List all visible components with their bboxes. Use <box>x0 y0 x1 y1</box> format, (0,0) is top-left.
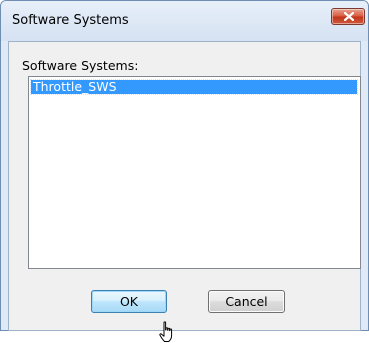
ok-button[interactable]: OK <box>91 290 167 313</box>
window-title: Software Systems <box>12 13 129 28</box>
close-button[interactable] <box>331 8 365 25</box>
close-icon <box>344 12 354 21</box>
cancel-button[interactable]: Cancel <box>208 290 285 313</box>
dialog-window: Software Systems Software Systems: Throt… <box>0 0 369 342</box>
list-label: Software Systems: <box>22 58 139 73</box>
hand-pointer-cursor-icon <box>159 321 173 342</box>
list-item[interactable]: Throttle_SWS <box>30 79 358 95</box>
software-systems-list[interactable]: Throttle_SWS <box>28 76 361 269</box>
title-bar[interactable]: Software Systems <box>1 1 368 41</box>
dialog-client-area: Software Systems: Throttle_SWS OK Cancel <box>8 41 361 342</box>
